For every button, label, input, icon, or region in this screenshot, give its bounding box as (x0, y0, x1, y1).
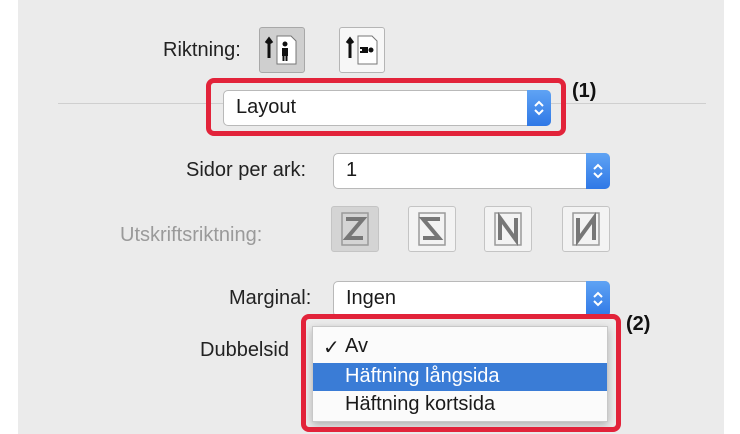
reverse-n-order-icon (572, 211, 600, 247)
callout-number-2: (2) (626, 313, 651, 335)
panel-select-value: Layout (236, 96, 297, 118)
up-down-chevron-icon (586, 153, 610, 189)
two-sided-label: Dubbelsid (200, 339, 289, 361)
orientation-label: Riktning: (163, 39, 241, 61)
layout-direction-label: Utskriftsriktning: (120, 224, 263, 246)
border-label: Marginal: (229, 287, 312, 309)
n-order-icon (494, 211, 522, 247)
pages-per-sheet-label: Sidor per ark: (186, 159, 307, 181)
border-value: Ingen (346, 287, 397, 309)
landscape-person-icon (345, 35, 378, 65)
layout-direction-n-button[interactable] (484, 206, 532, 252)
z-order-icon (341, 212, 369, 246)
panel-select-popup[interactable]: Layout (223, 90, 551, 126)
portrait-orientation-button[interactable] (259, 27, 305, 73)
callout-box-2 (301, 314, 621, 432)
border-popup[interactable]: Ingen (333, 281, 610, 317)
up-down-chevron-icon (527, 90, 551, 126)
pages-per-sheet-value: 1 (346, 159, 358, 181)
portrait-person-icon (264, 35, 297, 65)
up-down-chevron-icon (586, 281, 610, 317)
callout-number-1: (1) (572, 80, 597, 102)
reverse-z-order-icon (418, 212, 446, 246)
layout-direction-z-button[interactable] (331, 206, 379, 252)
pages-per-sheet-popup[interactable]: 1 (333, 153, 610, 189)
landscape-orientation-button[interactable] (339, 27, 385, 73)
layout-direction-reverse-z-button[interactable] (408, 206, 456, 252)
layout-direction-reverse-n-button[interactable] (562, 206, 610, 252)
